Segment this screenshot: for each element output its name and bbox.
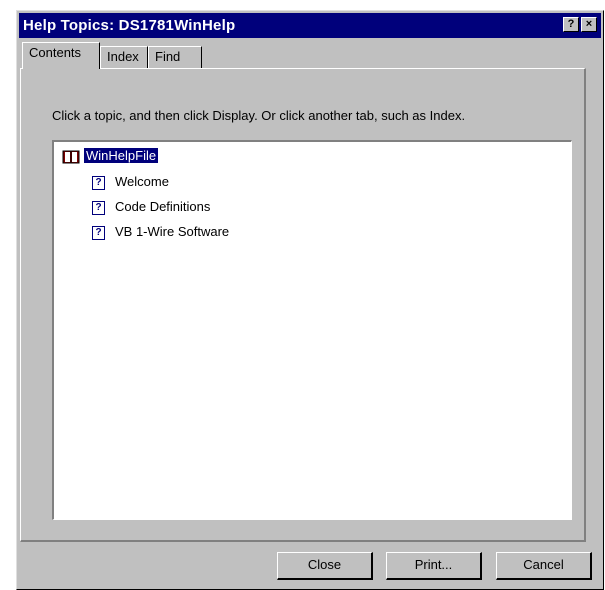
- print-button[interactable]: Print...: [386, 552, 482, 580]
- tab-index[interactable]: Index: [100, 46, 148, 68]
- instruction-text: Click a topic, and then click Display. O…: [52, 108, 466, 123]
- cancel-button[interactable]: Cancel: [496, 552, 592, 580]
- close-button[interactable]: Close: [277, 552, 373, 580]
- tree-node-vb-software[interactable]: ? VB 1-Wire Software: [92, 224, 229, 240]
- tree-node-code-definitions[interactable]: ? Code Definitions: [92, 199, 210, 215]
- book-icon: [62, 150, 80, 164]
- help-button[interactable]: ?: [563, 17, 579, 32]
- tree-node-label: Code Definitions: [115, 199, 211, 214]
- tab-find[interactable]: Find: [148, 46, 202, 68]
- tree-node-root[interactable]: WinHelpFile: [62, 148, 159, 164]
- title-bar[interactable]: Help Topics: DS1781WinHelp ? ×: [19, 13, 601, 38]
- help-page-icon: ?: [92, 200, 105, 215]
- tree-node-welcome[interactable]: ? Welcome: [92, 174, 169, 190]
- tree-node-label: VB 1-Wire Software: [115, 224, 230, 239]
- topics-tree[interactable]: WinHelpFile ? Welcome ? Code Definitions ?…: [52, 140, 572, 520]
- help-page-icon: ?: [92, 175, 105, 190]
- window-title: Help Topics: DS1781WinHelp: [23, 17, 236, 34]
- tree-node-root-label: WinHelpFile: [84, 148, 159, 163]
- help-page-icon: ?: [92, 225, 105, 240]
- tab-contents[interactable]: Contents: [22, 42, 100, 69]
- tree-node-label: Welcome: [115, 174, 169, 189]
- close-window-button[interactable]: ×: [581, 17, 597, 32]
